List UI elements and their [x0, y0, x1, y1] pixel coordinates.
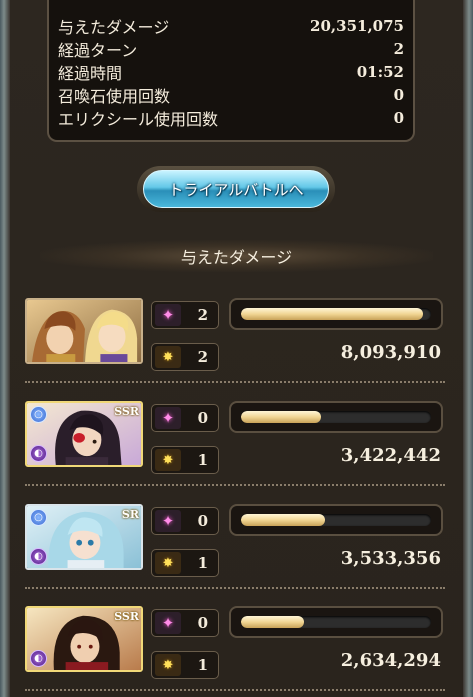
stat-elixir-uses: エリクシール使用回数 0: [58, 106, 404, 129]
stat-value: 01:52: [356, 62, 404, 81]
damage-value: 2,634,294: [340, 650, 441, 671]
character-row: ✦ 2 ✸ 2 8,093,910: [25, 298, 445, 394]
damage-bar: [229, 504, 443, 536]
character-portrait[interactable]: [25, 298, 143, 364]
sparkle-icon: ✦: [155, 510, 181, 532]
damage-bar: [229, 606, 443, 638]
damage-value: 8,093,910: [340, 342, 441, 363]
row-divider: [25, 381, 445, 383]
row-divider: [25, 484, 445, 486]
damage-bar-track: [241, 514, 431, 526]
damage-bar-track: [241, 411, 431, 423]
stat-label: 召喚石使用回数: [58, 86, 171, 106]
row-divider: [25, 587, 445, 589]
damage-bar-fill: [241, 616, 304, 628]
ougi-burst-icon: ✸: [155, 449, 181, 471]
rarity-label: SSR: [114, 405, 139, 418]
trial-battle-button[interactable]: トライアルバトルへ: [137, 166, 335, 212]
battle-stats-box: 与えたダメージ 20,351,075 経過ターン 2 経過時間 01:52 召喚…: [47, 0, 415, 142]
stat-label: 経過時間: [58, 63, 123, 83]
trial-battle-button-label: トライアルバトルへ: [143, 170, 329, 208]
sparkle-icon: ✦: [155, 304, 181, 326]
damage-bar-fill: [241, 308, 424, 320]
stat-label: 経過ターン: [58, 40, 138, 60]
character-row: SSR ◐ ✦ 0 ✸ 1 2,634,294: [25, 606, 445, 697]
stat-value: 0: [393, 108, 404, 127]
damage-bar: [229, 401, 443, 433]
character-row: SSR ○ ◐ ✦ 0 ✸ 1 3,422,442: [25, 401, 445, 497]
skill-count: 0: [197, 409, 208, 427]
damage-bar-track: [241, 616, 431, 628]
ougi-counter: ✸ 2: [151, 343, 219, 371]
stat-turns: 経過ターン 2: [58, 37, 404, 60]
skill-counter: ✦ 2: [151, 301, 219, 329]
character-portrait[interactable]: SSR ○ ◐: [25, 401, 143, 467]
sparkle-icon: ✦: [155, 407, 181, 429]
element-light-icon: ○: [30, 509, 47, 526]
ougi-count: 1: [197, 451, 208, 469]
element-light-icon: ○: [30, 406, 47, 423]
ougi-counter: ✸ 1: [151, 446, 219, 474]
rarity-label: SR: [121, 508, 139, 521]
rarity-label: SSR: [114, 610, 139, 623]
ougi-count: 1: [197, 554, 208, 572]
portrait-art: [27, 300, 141, 362]
stat-time: 経過時間 01:52: [58, 60, 404, 83]
damage-bar: [229, 298, 443, 330]
ougi-counter: ✸ 1: [151, 549, 219, 577]
damage-value: 3,533,356: [340, 548, 441, 569]
damage-value: 3,422,442: [340, 445, 441, 466]
stat-value: 2: [393, 39, 404, 58]
ougi-burst-icon: ✸: [155, 654, 181, 676]
stat-value: 20,351,075: [310, 16, 404, 35]
ougi-burst-icon: ✸: [155, 552, 181, 574]
character-row: SR ○ ◐ ✦ 0 ✸ 1 3,533,356: [25, 504, 445, 600]
skill-count: 2: [197, 306, 208, 324]
ougi-counter: ✸ 1: [151, 651, 219, 679]
skill-count: 0: [197, 512, 208, 530]
character-portrait[interactable]: SSR ◐: [25, 606, 143, 672]
damage-bar-track: [241, 308, 431, 320]
frame-left-border: [0, 0, 10, 697]
character-portrait[interactable]: SR ○ ◐: [25, 504, 143, 570]
stat-value: 0: [393, 85, 404, 104]
skill-counter: ✦ 0: [151, 404, 219, 432]
element-dark-icon: ◐: [30, 650, 47, 667]
stat-summon-uses: 召喚石使用回数 0: [58, 83, 404, 106]
element-dark-icon: ◐: [30, 445, 47, 462]
sparkle-icon: ✦: [155, 612, 181, 634]
skill-counter: ✦ 0: [151, 609, 219, 637]
ougi-burst-icon: ✸: [155, 346, 181, 368]
ougi-count: 2: [197, 348, 208, 366]
frame-right-border: [463, 0, 473, 697]
stat-label: 与えたダメージ: [58, 17, 170, 37]
row-divider: [25, 689, 445, 691]
skill-count: 0: [197, 614, 208, 632]
damage-bar-fill: [241, 411, 321, 423]
skill-counter: ✦ 0: [151, 507, 219, 535]
element-dark-icon: ◐: [30, 548, 47, 565]
stat-label: エリクシール使用回数: [58, 109, 219, 129]
damage-section-title: 与えたダメージ: [40, 240, 433, 272]
ougi-count: 1: [197, 656, 208, 674]
stat-total-damage: 与えたダメージ 20,351,075: [58, 14, 404, 37]
damage-bar-fill: [241, 514, 325, 526]
